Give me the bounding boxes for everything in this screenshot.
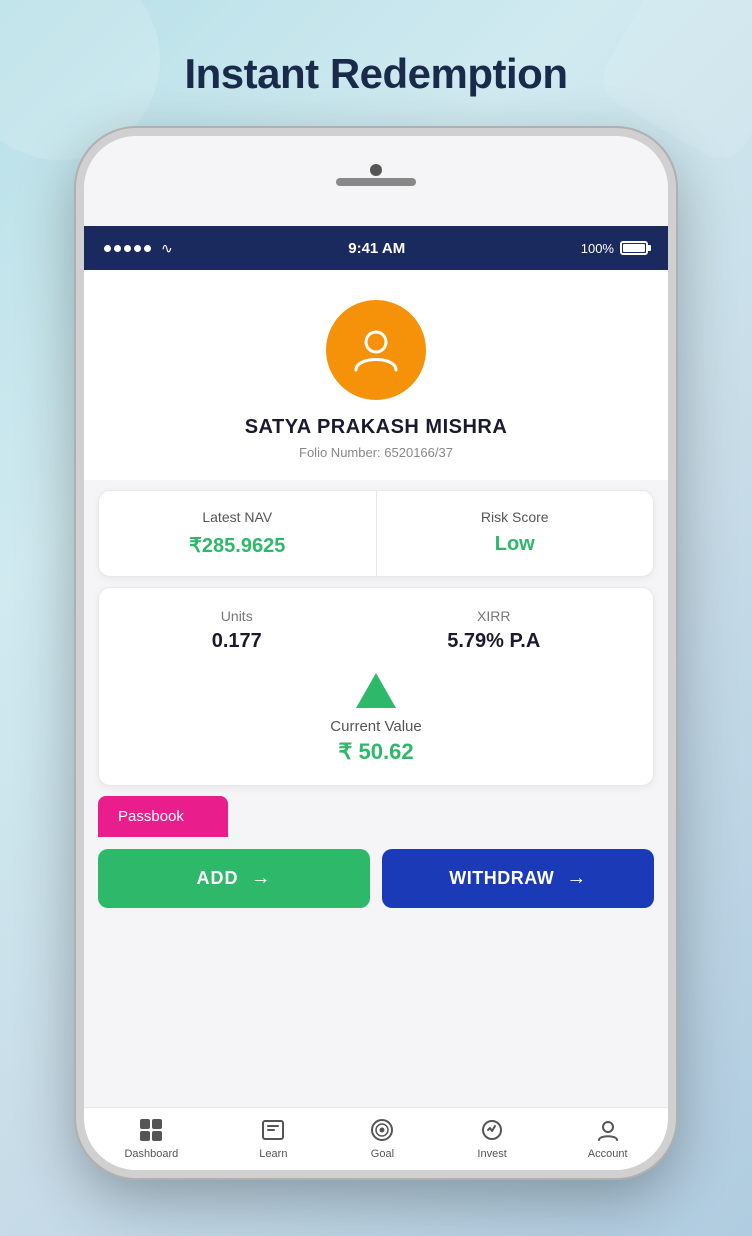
passbook-tab-row: Passbook [98, 796, 654, 837]
scrollable-area: SATYA PRAKASH MISHRA Folio Number: 65201… [84, 270, 668, 1170]
triangle-up-icon [356, 673, 396, 708]
invest-nav-label: Invest [477, 1148, 506, 1160]
phone-side-button-right-2 [672, 456, 676, 506]
units-value: 0.177 [212, 630, 262, 653]
learn-icon [259, 1116, 287, 1144]
signal-dot-2 [114, 245, 121, 252]
risk-stat: Risk Score Low [377, 491, 654, 576]
goal-nav-label: Goal [371, 1148, 394, 1160]
screen-content: SATYA PRAKASH MISHRA Folio Number: 65201… [84, 270, 668, 1170]
battery-icon [620, 241, 648, 255]
action-buttons: ADD → WITHDRAW → [98, 849, 654, 908]
xirr-value: 5.79% P.A [447, 630, 540, 653]
portfolio-row: Units 0.177 XIRR 5.79% P.A [119, 608, 633, 653]
portfolio-card: Units 0.177 XIRR 5.79% P.A Current Value… [98, 587, 654, 786]
phone-side-button-right-1 [672, 356, 676, 436]
nav-label: Latest NAV [109, 509, 366, 525]
status-bar: ∿ 9:41 AM 100% [84, 226, 668, 270]
add-button[interactable]: ADD → [98, 849, 370, 908]
withdraw-button[interactable]: WITHDRAW → [382, 849, 654, 908]
nav-item-dashboard[interactable]: Dashboard [124, 1116, 178, 1160]
signal-dots [104, 245, 151, 252]
battery-percent: 100% [581, 241, 614, 256]
units-item: Units 0.177 [212, 608, 262, 653]
signal-dot-5 [144, 245, 151, 252]
status-right: 100% [581, 241, 648, 256]
units-label: Units [212, 608, 262, 624]
current-value-amount: ₹ 50.62 [119, 739, 633, 765]
avatar [326, 300, 426, 400]
account-nav-label: Account [588, 1148, 628, 1160]
xirr-item: XIRR 5.79% P.A [447, 608, 540, 653]
xirr-label: XIRR [447, 608, 540, 624]
avatar-section: SATYA PRAKASH MISHRA Folio Number: 65201… [84, 270, 668, 480]
risk-label: Risk Score [387, 509, 644, 525]
stats-card: Latest NAV ₹285.9625 Risk Score Low [98, 490, 654, 577]
current-value-section: Current Value ₹ 50.62 [119, 673, 633, 765]
user-name: SATYA PRAKASH MISHRA [245, 416, 508, 439]
nav-item-goal[interactable]: Goal [368, 1116, 396, 1160]
avatar-icon [348, 322, 404, 378]
risk-value: Low [387, 533, 644, 556]
invest-icon [478, 1116, 506, 1144]
phone-frame: ∿ 9:41 AM 100% [76, 128, 676, 1178]
dashboard-nav-label: Dashboard [124, 1148, 178, 1160]
signal-dot-3 [124, 245, 131, 252]
current-value-label: Current Value [119, 718, 633, 735]
goal-icon [368, 1116, 396, 1144]
page-title: Instant Redemption [184, 50, 567, 98]
nav-item-invest[interactable]: Invest [477, 1116, 506, 1160]
nav-item-learn[interactable]: Learn [259, 1116, 287, 1160]
nav-stat: Latest NAV ₹285.9625 [99, 491, 377, 576]
phone-screen: ∿ 9:41 AM 100% [84, 136, 668, 1170]
account-icon [594, 1116, 622, 1144]
nav-item-account[interactable]: Account [588, 1116, 628, 1160]
signal-dot-4 [134, 245, 141, 252]
withdraw-arrow-icon: → [566, 867, 587, 890]
dashboard-icon [137, 1116, 165, 1144]
phone-side-button-left [76, 316, 80, 366]
phone-top-bar [84, 136, 668, 226]
folio-number: Folio Number: 6520166/37 [299, 445, 453, 460]
passbook-tab[interactable]: Passbook [98, 796, 228, 837]
wifi-icon: ∿ [161, 240, 173, 257]
nav-value: ₹285.9625 [109, 533, 366, 558]
add-arrow-icon: → [251, 867, 272, 890]
speaker [336, 178, 416, 186]
signal-dot-1 [104, 245, 111, 252]
bottom-nav: Dashboard Learn [84, 1107, 668, 1170]
learn-nav-label: Learn [259, 1148, 287, 1160]
battery-fill [623, 244, 645, 252]
status-time: 9:41 AM [348, 240, 405, 257]
camera [370, 164, 382, 176]
status-left: ∿ [104, 240, 173, 257]
